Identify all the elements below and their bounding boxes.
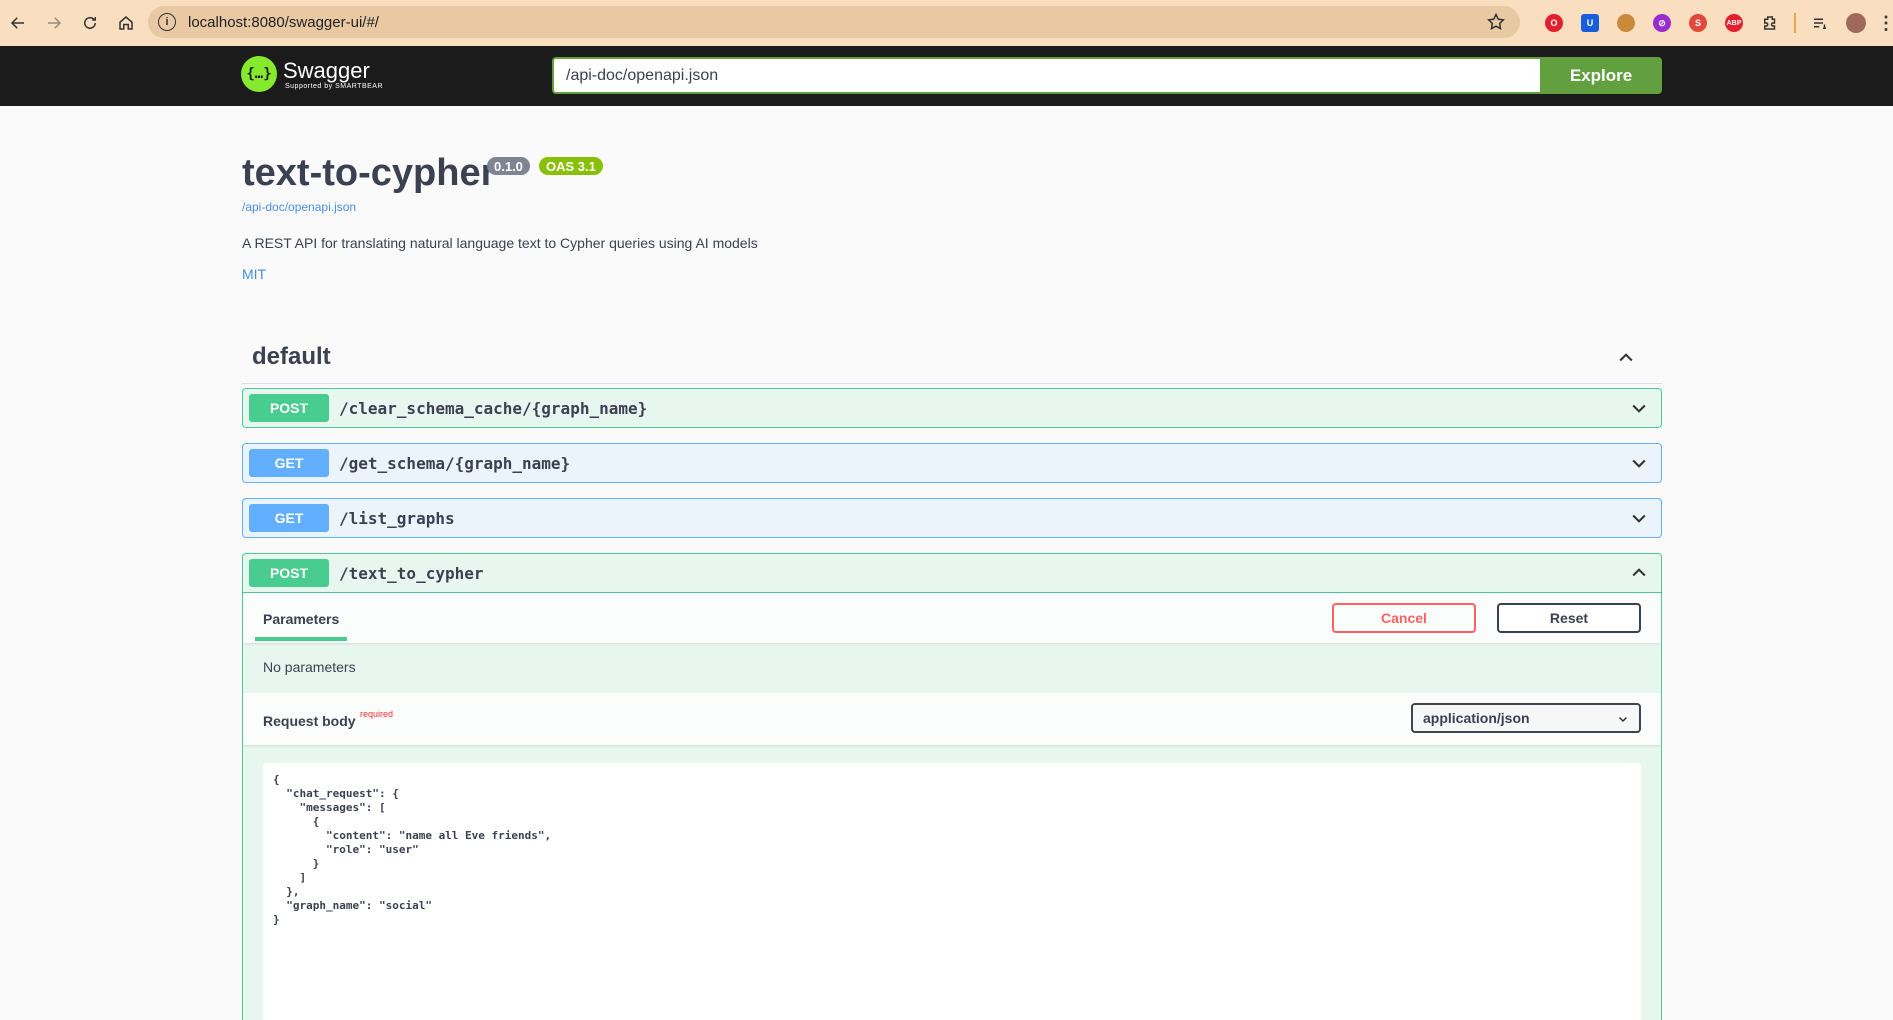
content-type-select[interactable]: application/json [1411, 703, 1641, 733]
tab-parameters[interactable]: Parameters [263, 611, 339, 627]
chevron-down-icon [1618, 716, 1628, 723]
shield-icon[interactable]: S [1680, 9, 1716, 37]
operation-get-schema[interactable]: GET /get_schema/{graph_name} [242, 443, 1662, 483]
operation-path: /get_schema/{graph_name} [339, 453, 571, 473]
request-body-editor[interactable]: { "chat_request": { "messages": [ { "con… [263, 763, 1641, 1020]
chevron-up-icon[interactable] [1616, 348, 1636, 368]
operation-body: Parameters Cancel Reset No parameters Re… [243, 592, 1661, 1020]
explore-button[interactable]: Explore [1540, 57, 1662, 94]
reset-button[interactable]: Reset [1497, 603, 1641, 633]
request-body-label: Request body [263, 713, 356, 729]
tab-underline [255, 637, 347, 641]
method-badge: GET [249, 449, 329, 477]
operation-path: /list_graphs [339, 508, 455, 528]
browser-toolbar: i localhost:8080/swagger-ui/#/ O U ⊘ S A… [0, 0, 1893, 46]
reload-icon[interactable] [72, 5, 108, 41]
chevron-down-icon[interactable] [1629, 398, 1649, 418]
opera-icon[interactable]: O [1536, 9, 1572, 37]
oas-badge: OAS 3.1 [539, 157, 603, 175]
tag-name: default [252, 343, 331, 370]
chevron-down-icon[interactable] [1629, 508, 1649, 528]
logo-sub: Supported by SMARTBEAR [285, 82, 384, 90]
bitwarden-icon[interactable]: U [1572, 9, 1608, 37]
operation-path: /clear_schema_cache/{graph_name} [339, 398, 648, 418]
back-icon[interactable] [0, 5, 36, 41]
content-type-value: application/json [1423, 710, 1530, 726]
chevron-down-icon[interactable] [1629, 453, 1649, 473]
puzzle-icon[interactable] [1752, 9, 1788, 37]
request-body-header: Request body required application/json [243, 693, 1661, 745]
operation-path: /text_to_cypher [339, 563, 484, 583]
operation-text-to-cypher: POST /text_to_cypher Parameters Cancel R… [242, 553, 1662, 1020]
operation-list-graphs[interactable]: GET /list_graphs [242, 498, 1662, 538]
toolbar-divider [1794, 13, 1796, 33]
chevron-up-icon[interactable] [1629, 563, 1649, 583]
operation-clear-schema-cache[interactable]: POST /clear_schema_cache/{graph_name} [242, 388, 1662, 428]
spec-link[interactable]: /api-doc/openapi.json [242, 200, 356, 214]
no-parameters-text: No parameters [263, 659, 356, 675]
url-text: localhost:8080/swagger-ui/#/ [188, 13, 379, 31]
kebab-menu-icon[interactable]: ⋮ [1874, 9, 1893, 37]
block-icon[interactable]: ⊘ [1644, 9, 1680, 37]
address-bar[interactable]: i localhost:8080/swagger-ui/#/ [148, 6, 1520, 38]
extensions-area: O U ⊘ S ABP ⋮ [1536, 9, 1893, 37]
tag-header-default[interactable]: default [242, 340, 1662, 384]
swagger-topbar: {…} Swagger Supported by SMARTBEAR /api-… [0, 46, 1893, 106]
bookmark-star-icon[interactable] [1486, 12, 1506, 32]
adblock-icon[interactable]: ABP [1716, 9, 1752, 37]
license-link[interactable]: MIT [242, 266, 266, 282]
method-badge: GET [249, 504, 329, 532]
method-badge: POST [249, 559, 329, 587]
operation-summary[interactable]: POST /text_to_cypher [243, 554, 1661, 592]
swagger-logo[interactable]: {…} Swagger Supported by SMARTBEAR [241, 56, 383, 92]
cancel-button[interactable]: Cancel [1332, 603, 1476, 633]
forward-icon[interactable] [36, 5, 72, 41]
spec-url-input[interactable]: /api-doc/openapi.json [552, 57, 1542, 94]
profile-avatar[interactable] [1838, 9, 1874, 37]
required-label: required [360, 709, 394, 719]
api-description: A REST API for translating natural langu… [242, 235, 758, 251]
page-title: text-to-cypher [242, 152, 496, 194]
home-icon[interactable] [108, 5, 144, 41]
cookie-icon[interactable] [1608, 9, 1644, 37]
method-badge: POST [249, 394, 329, 422]
parameters-header: Parameters Cancel Reset [243, 593, 1661, 643]
media-icon[interactable] [1802, 9, 1838, 37]
version-badge: 0.1.0 [487, 157, 530, 175]
swagger-logo-icon: {…} [241, 56, 277, 92]
site-info-icon[interactable]: i [158, 13, 176, 31]
logo-name: Swagger [283, 57, 370, 83]
